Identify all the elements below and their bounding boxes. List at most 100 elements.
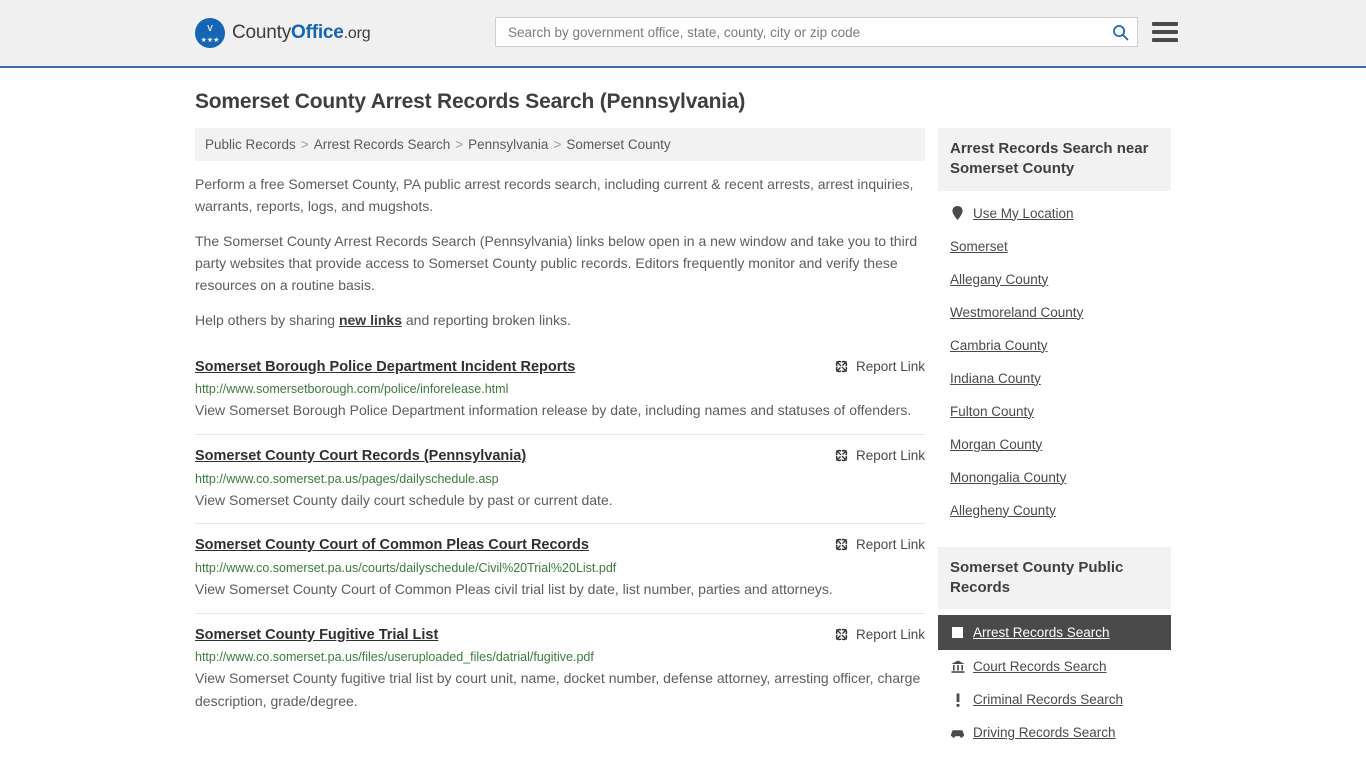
menu-bar-1	[1152, 22, 1178, 26]
bank-icon	[950, 660, 965, 673]
result-title-link[interactable]: Somerset County Court Records (Pennsylva…	[195, 448, 526, 465]
sidebar-link-driving-records-search[interactable]: Driving Records Search	[973, 725, 1116, 740]
sidebar-item-cambria-county[interactable]: Cambria County	[938, 329, 1171, 362]
result-url: http://www.co.somerset.pa.us/files/useru…	[195, 650, 594, 665]
sidebar-link-allegheny-county[interactable]: Allegheny County	[950, 503, 1056, 518]
result-title-link[interactable]: Somerset County Court of Common Pleas Co…	[195, 537, 589, 554]
intro-text: Perform a free Somerset County, PA publi…	[195, 174, 925, 332]
sidebar-item-westmoreland-county[interactable]: Westmoreland County	[938, 296, 1171, 329]
content-columns: Public Records > Arrest Records Search >…	[195, 128, 1171, 749]
sidebar-item-criminal-records-search[interactable]: Criminal Records Search	[938, 683, 1171, 716]
report-link-button[interactable]: Report Link	[834, 448, 925, 463]
report-link-button[interactable]: Report Link	[834, 359, 925, 374]
sidebar-item-indiana-county[interactable]: Indiana County	[938, 362, 1171, 395]
sidebar-item-driving-records-search[interactable]: Driving Records Search	[938, 716, 1171, 749]
location-pin-icon	[950, 206, 965, 220]
result-title-link[interactable]: Somerset County Fugitive Trial List	[195, 627, 438, 644]
breadcrumb-separator: >	[455, 137, 464, 152]
sidebar-link-indiana-county[interactable]: Indiana County	[950, 371, 1041, 386]
sidebar-public-records-heading: Somerset County Public Records	[938, 546, 1171, 609]
breadcrumb-item-pennsylvania[interactable]: Pennsylvania	[468, 137, 548, 152]
main-content: Public Records > Arrest Records Search >…	[195, 128, 925, 725]
sidebar-item-morgan-county[interactable]: Morgan County	[938, 428, 1171, 461]
result-url: http://www.co.somerset.pa.us/pages/daily…	[195, 471, 499, 486]
logo-text-office: Office	[291, 22, 344, 43]
result-header: Somerset County Court Records (Pennsylva…	[195, 448, 925, 465]
report-link-button[interactable]: Report Link	[834, 537, 925, 552]
report-link-label: Report Link	[855, 537, 925, 553]
sidebar-link-allegany-county[interactable]: Allegany County	[950, 272, 1048, 287]
search-box[interactable]	[495, 17, 1138, 47]
report-link-button[interactable]: Report Link	[834, 627, 925, 642]
result-title-link[interactable]: Somerset Borough Police Department Incid…	[195, 359, 575, 376]
sidebar-link-westmoreland-county[interactable]: Westmoreland County	[950, 305, 1083, 320]
page-container: Somerset County Arrest Records Search (P…	[0, 90, 1366, 749]
result-item: Somerset County Fugitive Trial List Repo…	[195, 612, 925, 725]
result-header: Somerset County Fugitive Trial List Repo…	[195, 627, 925, 644]
intro-paragraph-2: The Somerset County Arrest Records Searc…	[195, 232, 918, 293]
result-item: Somerset Borough Police Department Incid…	[195, 345, 925, 434]
breadcrumb-separator: >	[300, 137, 309, 152]
sidebar-item-monongalia-county[interactable]: Monongalia County	[938, 461, 1171, 494]
search-input[interactable]	[506, 23, 1111, 41]
broken-link-icon	[834, 448, 849, 463]
sidebar-link-somerset[interactable]: Somerset	[950, 239, 1008, 254]
sidebar-nearby-list: Use My Location Somerset Allegany County…	[938, 191, 1171, 527]
breadcrumb-item-arrest-records-search[interactable]: Arrest Records Search	[314, 137, 451, 152]
header-search-area	[495, 17, 1178, 47]
result-description: View Somerset County fugitive trial list…	[195, 670, 921, 710]
sidebar-public-records-section: Somerset County Public Records Arrest Re…	[938, 546, 1171, 750]
logo-wordmark: CountyOffice.org	[232, 22, 371, 44]
menu-bar-2	[1152, 30, 1178, 34]
result-description: View Somerset County Court of Common Ple…	[195, 581, 833, 598]
intro-paragraph-1: Perform a free Somerset County, PA publi…	[195, 176, 914, 214]
intro-p3-before: Help others by sharing	[195, 311, 339, 328]
page-title: Somerset County Arrest Records Search (P…	[195, 90, 746, 113]
result-description: View Somerset Borough Police Department …	[195, 402, 912, 419]
sidebar-item-use-my-location[interactable]: Use My Location	[938, 197, 1171, 230]
sidebar-link-criminal-records-search[interactable]: Criminal Records Search	[973, 692, 1123, 707]
result-item: Somerset County Court of Common Pleas Co…	[195, 523, 925, 612]
menu-icon[interactable]	[1152, 22, 1178, 42]
result-url: http://www.somersetborough.com/police/in…	[195, 382, 509, 397]
menu-bar-3	[1152, 38, 1178, 42]
sidebar-link-monongalia-county[interactable]: Monongalia County	[950, 470, 1066, 485]
exclamation-icon	[950, 693, 965, 707]
result-item: Somerset County Court Records (Pennsylva…	[195, 434, 925, 523]
eagle-glyph: ᴠ	[207, 22, 213, 34]
result-url: http://www.co.somerset.pa.us/courts/dail…	[195, 560, 617, 575]
square-icon	[950, 627, 965, 638]
breadcrumb-separator: >	[553, 137, 562, 152]
breadcrumb-item-somerset-county[interactable]: Somerset County	[566, 137, 670, 152]
site-header: ᴠ ★★★ CountyOffice.org	[0, 0, 1366, 68]
sidebar-link-court-records-search[interactable]: Court Records Search	[973, 659, 1107, 674]
sidebar-item-allegany-county[interactable]: Allegany County	[938, 263, 1171, 296]
logo-text-org: .org	[343, 25, 371, 42]
result-header: Somerset County Court of Common Pleas Co…	[195, 537, 925, 554]
breadcrumb-item-public-records[interactable]: Public Records	[205, 137, 296, 152]
car-icon	[950, 728, 965, 738]
sidebar-link-morgan-county[interactable]: Morgan County	[950, 437, 1042, 452]
sidebar-link-use-my-location[interactable]: Use My Location	[973, 206, 1074, 221]
sidebar-item-somerset[interactable]: Somerset	[938, 230, 1171, 263]
sidebar-item-allegheny-county[interactable]: Allegheny County	[938, 494, 1171, 527]
broken-link-icon	[834, 359, 849, 374]
new-links-link[interactable]: new links	[339, 312, 402, 328]
result-description: View Somerset County daily court schedul…	[195, 491, 613, 508]
report-link-label: Report Link	[855, 358, 925, 374]
sidebar-link-cambria-county[interactable]: Cambria County	[950, 338, 1048, 353]
result-header: Somerset Borough Police Department Incid…	[195, 359, 925, 376]
sidebar-item-arrest-records-search[interactable]: Arrest Records Search	[938, 615, 1171, 650]
sidebar-nearby-heading: Arrest Records Search near Somerset Coun…	[938, 128, 1171, 191]
site-logo[interactable]: ᴠ ★★★ CountyOffice.org	[195, 18, 371, 48]
sidebar-link-arrest-records-search[interactable]: Arrest Records Search	[973, 625, 1110, 640]
breadcrumb: Public Records > Arrest Records Search >…	[195, 128, 925, 161]
sidebar-item-court-records-search[interactable]: Court Records Search	[938, 650, 1171, 683]
county-office-logo-icon: ᴠ ★★★	[195, 18, 225, 48]
search-icon[interactable]	[1111, 23, 1129, 41]
sidebar-link-fulton-county[interactable]: Fulton County	[950, 404, 1034, 419]
report-link-label: Report Link	[855, 448, 925, 464]
report-link-label: Report Link	[855, 626, 925, 642]
sidebar-public-records-list: Arrest Records Search Court Records Sear…	[938, 609, 1171, 749]
sidebar-item-fulton-county[interactable]: Fulton County	[938, 395, 1171, 428]
